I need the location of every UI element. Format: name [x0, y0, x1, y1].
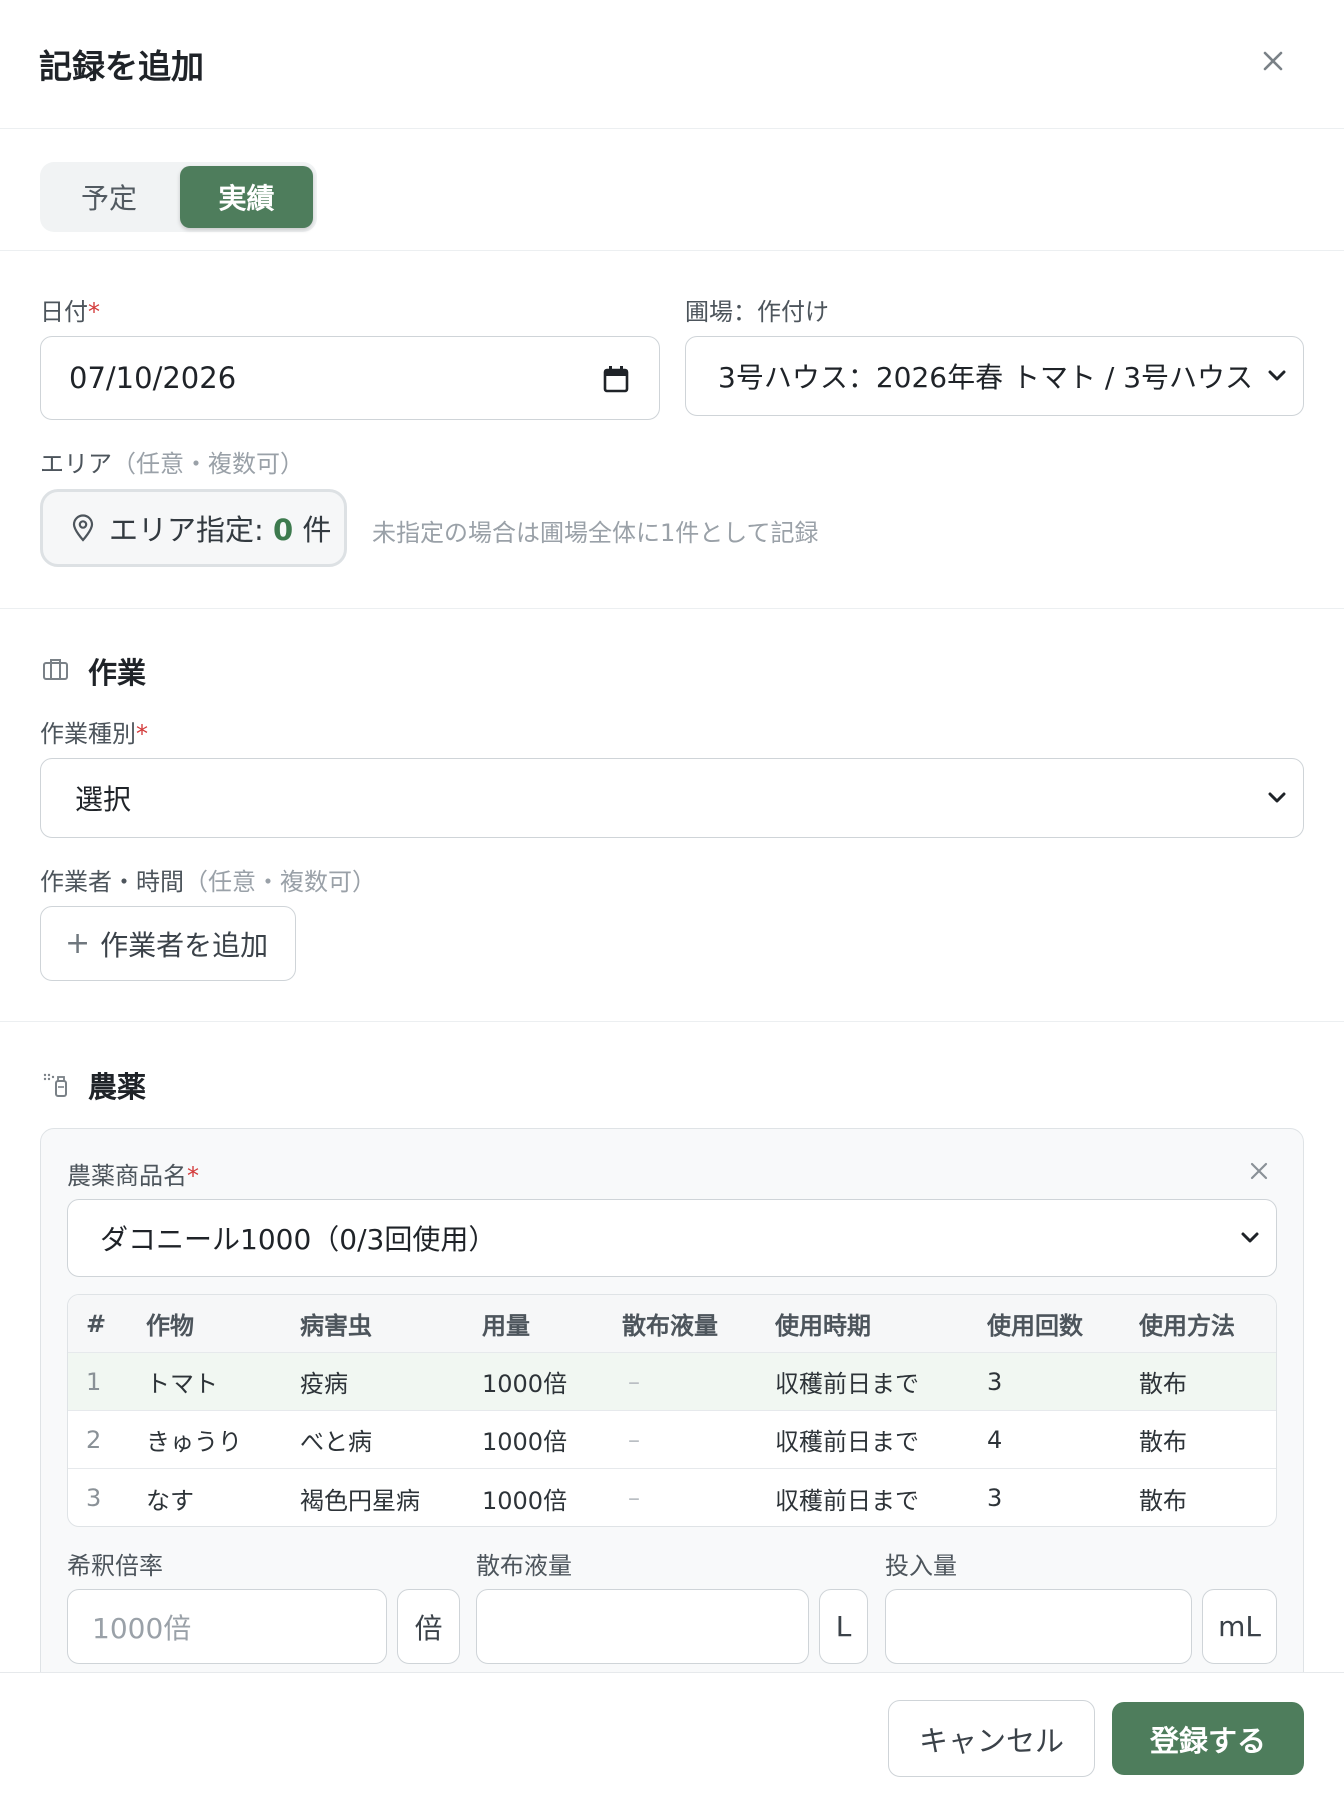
close-icon[interactable]	[1256, 44, 1290, 78]
briefcase-icon	[43, 659, 68, 680]
table-cell: 散布	[1139, 1428, 1187, 1456]
field-crop-select[interactable]: 3号ハウス：2026年春 トマト / 3号ハウス	[685, 336, 1304, 416]
table-row[interactable]: 3 なす 褐色円星病 1000倍 – 収穫前日まで 3 散布	[68, 1469, 1276, 1526]
dilution-input[interactable]: 1000倍	[67, 1589, 387, 1664]
remove-pesticide-icon[interactable]	[1248, 1160, 1270, 1186]
input-amount-unit: mL	[1202, 1589, 1277, 1664]
pesticide-product-label: 農薬商品名*	[67, 1162, 199, 1190]
table-cell: 1000倍	[482, 1486, 568, 1515]
toggle-divider	[0, 250, 1344, 251]
input-amount-input[interactable]	[885, 1589, 1192, 1664]
dilution-placeholder: 1000倍	[92, 1611, 192, 1645]
work-type-select[interactable]: 選択	[40, 758, 1304, 838]
table-cell: なす	[146, 1486, 194, 1515]
plus-icon: +	[65, 926, 91, 961]
calendar-icon[interactable]	[603, 365, 629, 393]
pesticide-product-select[interactable]: ダコニール1000（0/3回使用）	[67, 1199, 1277, 1277]
work-type-label: 作業種別*	[40, 720, 148, 748]
table-header-row: # 作物 病害虫 用量 散布液量 使用時期 使用回数 使用方法	[68, 1295, 1276, 1353]
workers-label: 作業者・時間（任意・複数可）	[40, 868, 376, 896]
field-crop-value: 3号ハウス：2026年春 トマト / 3号ハウス	[718, 361, 1254, 394]
table-header-cell: 散布液量	[622, 1312, 718, 1340]
table-cell: 3	[86, 1484, 102, 1512]
table-cell: 1000倍	[482, 1370, 568, 1398]
area-count: 0	[273, 513, 294, 547]
input-amount-label: 投入量	[885, 1552, 957, 1580]
work-type-value: 選択	[75, 783, 132, 816]
table-cell: 3	[987, 1484, 1003, 1512]
work-divider	[0, 1021, 1344, 1022]
table-header-cell: 使用回数	[987, 1312, 1083, 1340]
table-cell: べと病	[300, 1428, 372, 1456]
add-worker-button[interactable]: + 作業者を追加	[40, 906, 296, 981]
spray-volume-input[interactable]	[476, 1589, 809, 1664]
chevron-down-icon	[1268, 792, 1286, 803]
table-cell: 3	[987, 1367, 1003, 1396]
table-header-cell: 作物	[146, 1312, 194, 1340]
dilution-unit: 倍	[397, 1589, 460, 1664]
table-header-cell: 用量	[482, 1312, 530, 1340]
table-cell: –	[628, 1484, 640, 1512]
table-header-cell: 使用時期	[775, 1312, 871, 1340]
table-row[interactable]: 1 トマト 疫病 1000倍 – 収穫前日まで 3 散布	[68, 1353, 1276, 1411]
table-cell: 収穫前日まで	[775, 1486, 919, 1515]
table-header-cell: 使用方法	[1139, 1312, 1235, 1340]
mode-planned-button[interactable]: 予定	[44, 166, 174, 228]
table-cell: 散布	[1139, 1486, 1187, 1515]
table-cell: 収穫前日まで	[775, 1428, 919, 1456]
table-row[interactable]: 2 きゅうり べと病 1000倍 – 収穫前日まで 4 散布	[68, 1411, 1276, 1469]
table-cell: 褐色円星病	[300, 1486, 420, 1515]
date-label: 日付*	[40, 298, 100, 326]
header-divider	[0, 128, 1344, 129]
area-select-button[interactable]: エリア指定: 0 件	[40, 489, 347, 567]
spray-volume-label: 散布液量	[476, 1552, 572, 1580]
table-cell: きゅうり	[146, 1428, 242, 1456]
table-cell: 1	[86, 1367, 102, 1396]
table-cell: 疫病	[300, 1370, 348, 1398]
area-note: 未指定の場合は圃場全体に1件として記録	[372, 519, 819, 547]
table-cell: トマト	[146, 1370, 218, 1398]
table-header-cell: #	[86, 1309, 107, 1338]
table-header-cell: 病害虫	[300, 1312, 372, 1340]
work-section-title: 作業	[88, 656, 147, 690]
submit-button[interactable]: 登録する	[1112, 1702, 1304, 1775]
spray-bottle-icon	[43, 1073, 67, 1097]
pesticide-section-title: 農薬	[88, 1070, 147, 1104]
spray-volume-unit: L	[819, 1589, 868, 1664]
table-cell: –	[628, 1425, 640, 1454]
table-cell: 1000倍	[482, 1428, 568, 1456]
chevron-down-icon	[1241, 1232, 1259, 1243]
date-value: 07/10/2026	[69, 361, 237, 395]
table-cell: 2	[86, 1425, 102, 1454]
field-crop-label: 圃場：作付け	[685, 298, 829, 326]
location-pin-icon	[72, 514, 94, 542]
area-select-label: エリア指定: 0 件	[109, 513, 332, 547]
area-label: エリア（任意・複数可）	[40, 450, 304, 478]
table-cell: –	[628, 1367, 640, 1396]
date-input[interactable]: 07/10/2026	[40, 336, 660, 420]
cancel-button[interactable]: キャンセル	[888, 1700, 1095, 1777]
area-divider	[0, 608, 1344, 609]
modal-title: 記録を追加	[39, 47, 204, 86]
mode-toggle: 予定 実績	[40, 162, 317, 232]
mode-actual-button[interactable]: 実績	[180, 166, 313, 228]
pesticide-usage-table: # 作物 病害虫 用量 散布液量 使用時期 使用回数 使用方法 1 トマト 疫病…	[67, 1294, 1277, 1527]
pesticide-product-value: ダコニール1000（0/3回使用）	[100, 1223, 497, 1256]
table-cell: 収穫前日まで	[775, 1370, 919, 1398]
chevron-down-icon	[1268, 370, 1286, 381]
table-cell: 散布	[1139, 1370, 1187, 1398]
table-cell: 4	[987, 1425, 1003, 1454]
dilution-label: 希釈倍率	[67, 1552, 163, 1580]
